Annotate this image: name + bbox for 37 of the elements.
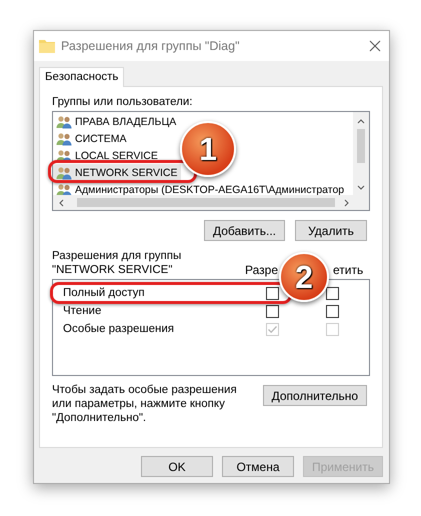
scroll-right-icon[interactable]	[343, 198, 351, 206]
users-icon	[56, 132, 72, 146]
scroll-thumb[interactable]	[77, 198, 335, 207]
scroll-down-icon[interactable]	[357, 184, 365, 192]
column-header: етить	[333, 263, 364, 277]
dialog-button[interactable]: OK	[140, 456, 213, 477]
permission-name: Чтение	[63, 305, 102, 317]
scroll-left-icon[interactable]	[57, 198, 65, 206]
section-label: Разрешения для группы "NETWORK SERVICE"	[52, 249, 182, 277]
permission-name: Полный доступ	[63, 287, 146, 299]
list-item[interactable]: ПРАВА ВЛАДЕЛЬЦА	[53, 113, 180, 130]
section-label: Группы или пользователи:	[52, 96, 194, 108]
checkbox[interactable]	[326, 304, 339, 318]
advanced-button[interactable]: Дополнительно	[262, 385, 367, 406]
dialog-button[interactable]: Удалить	[295, 220, 367, 241]
scroll-up-icon[interactable]	[357, 117, 365, 125]
list-item[interactable]: СИСТЕМА	[53, 130, 130, 147]
list-item[interactable]: LOCAL SERVICE	[53, 147, 161, 164]
permission-name: Особые разрешения	[63, 323, 176, 335]
checkbox[interactable]	[266, 286, 279, 300]
column-header: Разре	[245, 263, 278, 277]
dialog-button[interactable]: Отмена	[222, 456, 294, 477]
users-icon	[56, 114, 72, 128]
window-title: Разрешения для группы "Diag"	[61, 39, 241, 53]
hint-text: Чтобы задать особые разрешения или параметры, нажмите кнопку "Дополнительно".	[52, 383, 238, 425]
users-icon	[56, 166, 72, 180]
close-icon[interactable]	[369, 40, 381, 52]
scroll-thumb[interactable]	[357, 129, 365, 163]
scrollbar[interactable]	[53, 195, 369, 210]
folder-icon	[39, 39, 55, 53]
scrollbar[interactable]	[353, 112, 369, 195]
dialog-button[interactable]: Добавить...	[204, 220, 285, 241]
checkbox[interactable]	[266, 304, 279, 318]
users-icon	[56, 148, 72, 162]
list-item[interactable]: NETWORK SERVICE	[53, 164, 180, 181]
checkbox[interactable]	[326, 286, 339, 300]
tab[interactable]: Безопасность	[39, 67, 124, 87]
